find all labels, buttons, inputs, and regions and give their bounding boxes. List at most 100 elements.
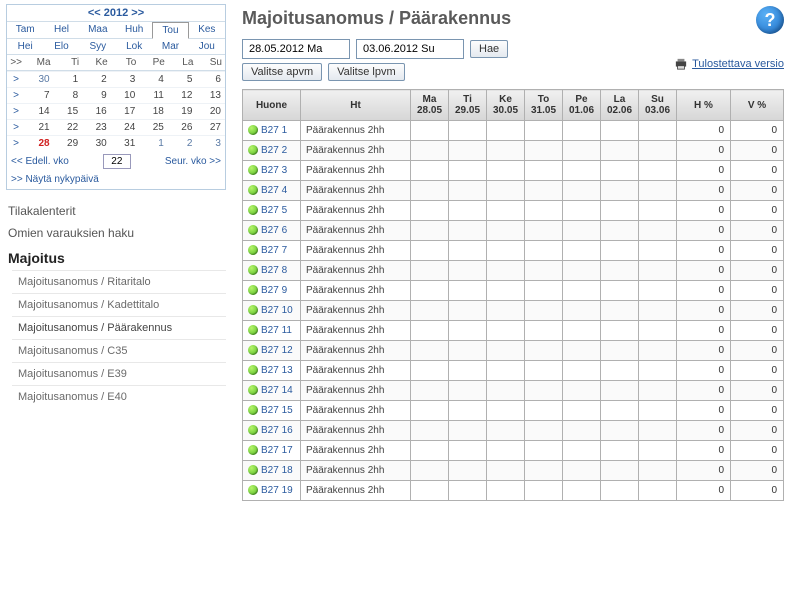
day-cell[interactable]: [449, 261, 487, 281]
month-Maa[interactable]: Maa: [80, 22, 116, 39]
month-Elo[interactable]: Elo: [43, 39, 79, 55]
cal-day[interactable]: 10: [111, 87, 140, 103]
day-cell[interactable]: [411, 261, 449, 281]
cal-day[interactable]: 1: [139, 135, 168, 151]
week-input[interactable]: [103, 154, 131, 169]
day-cell[interactable]: [601, 201, 639, 221]
day-cell[interactable]: [449, 381, 487, 401]
day-cell[interactable]: [525, 361, 563, 381]
day-cell[interactable]: [601, 261, 639, 281]
room-cell[interactable]: B27 10: [243, 301, 301, 321]
day-cell[interactable]: [563, 441, 601, 461]
day-cell[interactable]: [525, 301, 563, 321]
day-cell[interactable]: [449, 341, 487, 361]
prev-week-link[interactable]: << Edell. vko: [11, 156, 69, 167]
day-cell[interactable]: [525, 421, 563, 441]
next-week-link[interactable]: Seur. vko >>: [165, 156, 221, 167]
cal-day[interactable]: 2: [82, 71, 111, 87]
day-cell[interactable]: [639, 121, 677, 141]
day-cell[interactable]: [449, 361, 487, 381]
cal-day[interactable]: 11: [139, 87, 168, 103]
cal-day[interactable]: 23: [82, 119, 111, 135]
day-cell[interactable]: [487, 281, 525, 301]
day-cell[interactable]: [601, 141, 639, 161]
day-cell[interactable]: [563, 281, 601, 301]
month-Hel[interactable]: Hel: [43, 22, 79, 39]
day-cell[interactable]: [411, 121, 449, 141]
cal-day[interactable]: 8: [54, 87, 83, 103]
day-cell[interactable]: [601, 281, 639, 301]
week-selector[interactable]: >: [7, 119, 25, 135]
month-Jou[interactable]: Jou: [189, 39, 225, 55]
day-cell[interactable]: [525, 141, 563, 161]
valitse-apvm-button[interactable]: Valitse apvm: [242, 63, 322, 81]
day-cell[interactable]: [411, 381, 449, 401]
day-cell[interactable]: [449, 221, 487, 241]
day-cell[interactable]: [411, 481, 449, 501]
day-cell[interactable]: [563, 481, 601, 501]
day-cell[interactable]: [487, 441, 525, 461]
cal-day[interactable]: 17: [111, 103, 140, 119]
month-Huh[interactable]: Huh: [116, 22, 152, 39]
day-cell[interactable]: [563, 321, 601, 341]
month-Kes[interactable]: Kes: [189, 22, 225, 39]
day-cell[interactable]: [639, 241, 677, 261]
cal-day[interactable]: 3: [196, 135, 225, 151]
cal-day[interactable]: 27: [196, 119, 225, 135]
sidebar-item[interactable]: Majoitusanomus / Ritaritalo: [12, 270, 226, 293]
day-cell[interactable]: [487, 421, 525, 441]
day-cell[interactable]: [601, 181, 639, 201]
day-cell[interactable]: [487, 161, 525, 181]
day-cell[interactable]: [411, 301, 449, 321]
day-cell[interactable]: [487, 381, 525, 401]
day-cell[interactable]: [411, 281, 449, 301]
day-cell[interactable]: [639, 141, 677, 161]
day-cell[interactable]: [411, 161, 449, 181]
cal-day[interactable]: 21: [25, 119, 54, 135]
month-Tou[interactable]: Tou: [152, 22, 188, 39]
month-Hei[interactable]: Hei: [7, 39, 43, 55]
room-cell[interactable]: B27 15: [243, 401, 301, 421]
day-cell[interactable]: [449, 441, 487, 461]
day-cell[interactable]: [411, 321, 449, 341]
day-cell[interactable]: [525, 221, 563, 241]
day-cell[interactable]: [639, 321, 677, 341]
day-cell[interactable]: [525, 461, 563, 481]
day-cell[interactable]: [525, 281, 563, 301]
day-cell[interactable]: [449, 321, 487, 341]
day-cell[interactable]: [487, 181, 525, 201]
year-next[interactable]: >>: [131, 7, 144, 19]
room-cell[interactable]: B27 14: [243, 381, 301, 401]
day-cell[interactable]: [449, 201, 487, 221]
day-cell[interactable]: [449, 181, 487, 201]
day-cell[interactable]: [601, 241, 639, 261]
day-cell[interactable]: [563, 421, 601, 441]
day-cell[interactable]: [601, 341, 639, 361]
day-cell[interactable]: [525, 181, 563, 201]
col-ht[interactable]: Ht: [301, 90, 411, 121]
day-cell[interactable]: [449, 141, 487, 161]
room-cell[interactable]: B27 5: [243, 201, 301, 221]
day-cell[interactable]: [487, 341, 525, 361]
day-cell[interactable]: [411, 341, 449, 361]
day-cell[interactable]: [639, 161, 677, 181]
day-cell[interactable]: [525, 161, 563, 181]
day-cell[interactable]: [563, 141, 601, 161]
cal-day[interactable]: 26: [168, 119, 197, 135]
day-cell[interactable]: [639, 381, 677, 401]
day-cell[interactable]: [525, 401, 563, 421]
room-cell[interactable]: B27 16: [243, 421, 301, 441]
room-cell[interactable]: B27 18: [243, 461, 301, 481]
day-cell[interactable]: [601, 421, 639, 441]
cal-day[interactable]: 15: [54, 103, 83, 119]
day-cell[interactable]: [525, 121, 563, 141]
room-cell[interactable]: B27 6: [243, 221, 301, 241]
room-cell[interactable]: B27 9: [243, 281, 301, 301]
room-cell[interactable]: B27 7: [243, 241, 301, 261]
cal-day[interactable]: 13: [196, 87, 225, 103]
day-cell[interactable]: [525, 241, 563, 261]
cal-day[interactable]: 3: [111, 71, 140, 87]
day-cell[interactable]: [525, 261, 563, 281]
week-selector[interactable]: >: [7, 135, 25, 151]
day-cell[interactable]: [487, 141, 525, 161]
